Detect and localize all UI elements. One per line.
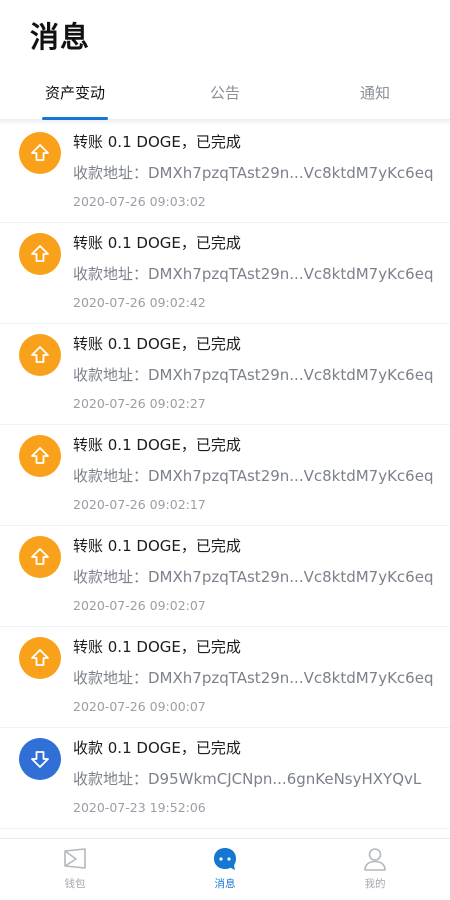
list-item-body: 转账 0.1 DOGE，已完成收款地址：DMXh7pzqTAst29n...Vc… (73, 535, 450, 626)
list-item[interactable]: 转账 0.1 DOGE，已完成收款地址：DMXh7pzqTAst29n...Vc… (0, 425, 450, 526)
tab-announcements[interactable]: 公告 (150, 72, 300, 119)
arrow-down-icon (19, 738, 61, 780)
arrow-up-icon (19, 334, 61, 376)
nav-label: 消息 (214, 878, 236, 890)
message-address: 收款地址：DMXh7pzqTAst29n...Vc8ktdM7yKc6eq (73, 467, 434, 485)
message-time: 2020-07-26 09:03:02 (73, 194, 206, 209)
profile-icon (362, 846, 388, 872)
tab-bar: 资产变动 公告 通知 (0, 72, 450, 120)
nav-profile[interactable]: 我的 (300, 839, 450, 900)
list-item[interactable]: 转账 0.1 DOGE，已完成收款地址：DMXh7pzqTAst29n...Vc… (0, 526, 450, 627)
message-time: 2020-07-26 09:00:07 (73, 699, 206, 714)
list-item-body: 转账 0.1 DOGE，已完成收款地址：DMXh7pzqTAst29n...Vc… (73, 333, 450, 424)
message-title: 转账 0.1 DOGE，已完成 (73, 638, 241, 656)
message-time: 2020-07-26 09:02:27 (73, 396, 206, 411)
message-title: 转账 0.1 DOGE，已完成 (73, 436, 241, 454)
list-item[interactable]: 转账 0.1 DOGE，已完成收款地址：DMXh7pzqTAst29n...Vc… (0, 122, 450, 223)
list-item-body: 转账 0.1 DOGE，已完成收款地址：DMXh7pzqTAst29n...Vc… (73, 131, 450, 222)
message-time: 2020-07-23 19:52:06 (73, 800, 206, 815)
message-title: 转账 0.1 DOGE，已完成 (73, 234, 241, 252)
list-item-body: 收款 0.1 DOGE，已完成收款地址：D95WkmCJCNpn...6gnKe… (73, 737, 450, 828)
arrow-up-icon (19, 233, 61, 275)
message-time: 2020-07-26 09:02:17 (73, 497, 206, 512)
nav-messages[interactable]: 消息 (150, 839, 300, 900)
list-item[interactable]: 转账 0.1 DOGE，已完成收款地址：DMXh7pzqTAst29n...Vc… (0, 223, 450, 324)
list-item-body: 转账 0.1 DOGE，已完成收款地址：DMXh7pzqTAst29n...Vc… (73, 636, 450, 727)
message-title: 收款 0.1 DOGE，已完成 (73, 739, 241, 757)
message-address: 收款地址：DMXh7pzqTAst29n...Vc8ktdM7yKc6eq (73, 568, 434, 586)
message-list[interactable]: 转账 0.1 DOGE，已完成收款地址：DMXh7pzqTAst29n...Vc… (0, 122, 450, 835)
message-address: 收款地址：DMXh7pzqTAst29n...Vc8ktdM7yKc6eq (73, 265, 434, 283)
nav-label: 钱包 (64, 878, 86, 890)
list-item[interactable]: 转账 0.1 DOGE，已完成收款地址：DMXh7pzqTAst29n...Vc… (0, 324, 450, 425)
arrow-up-icon (19, 435, 61, 477)
message-address: 收款地址：DMXh7pzqTAst29n...Vc8ktdM7yKc6eq (73, 164, 434, 182)
tab-notifications[interactable]: 通知 (300, 72, 450, 119)
header: 消息 (0, 0, 450, 72)
message-time: 2020-07-26 09:02:07 (73, 598, 206, 613)
bottom-nav: 钱包 消息 我的 (0, 838, 450, 900)
arrow-up-icon (19, 132, 61, 174)
nav-label: 我的 (364, 878, 386, 890)
nav-wallet[interactable]: 钱包 (0, 839, 150, 900)
wallet-icon (62, 846, 88, 872)
list-item[interactable]: 收款 0.1 DOGE，已完成收款地址：D95WkmCJCNpn...6gnKe… (0, 728, 450, 829)
list-item[interactable]: 转账 0.1 DOGE，已完成收款地址：DMXh7pzqTAst29n...Vc… (0, 627, 450, 728)
message-icon (212, 846, 238, 872)
list-item-body: 转账 0.1 DOGE，已完成收款地址：DMXh7pzqTAst29n...Vc… (73, 434, 450, 525)
message-address: 收款地址：DMXh7pzqTAst29n...Vc8ktdM7yKc6eq (73, 366, 434, 384)
tab-label: 通知 (359, 84, 390, 102)
tab-asset-changes[interactable]: 资产变动 (0, 72, 150, 120)
tab-label: 资产变动 (44, 84, 105, 102)
message-title: 转账 0.1 DOGE，已完成 (73, 335, 241, 353)
message-address: 收款地址：DMXh7pzqTAst29n...Vc8ktdM7yKc6eq (73, 669, 434, 687)
message-title: 转账 0.1 DOGE，已完成 (73, 133, 241, 151)
tab-label: 公告 (209, 84, 240, 102)
message-title: 转账 0.1 DOGE，已完成 (73, 537, 241, 555)
arrow-up-icon (19, 637, 61, 679)
active-tab-indicator (42, 117, 108, 120)
list-item-body: 转账 0.1 DOGE，已完成收款地址：DMXh7pzqTAst29n...Vc… (73, 232, 450, 323)
arrow-up-icon (19, 536, 61, 578)
message-time: 2020-07-26 09:02:42 (73, 295, 206, 310)
message-address: 收款地址：D95WkmCJCNpn...6gnKeNsyHXYQvL (73, 770, 422, 788)
page-title: 消息 (30, 20, 91, 54)
